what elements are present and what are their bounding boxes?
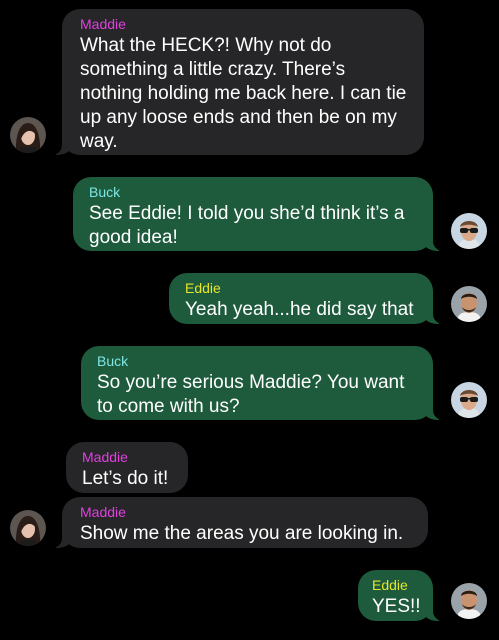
buck-avatar[interactable]	[451, 382, 487, 418]
avatar-image	[451, 213, 487, 249]
avatar-image	[451, 583, 487, 619]
sender-name: Eddie	[372, 577, 408, 593]
buck-avatar[interactable]	[451, 213, 487, 249]
avatar-image	[451, 286, 487, 322]
message-text: YES!!	[372, 596, 421, 617]
message-bubble-eddie[interactable]: Eddie YES!!	[358, 570, 445, 621]
message-bubble-maddie[interactable]: Maddie Show me the areas you are looking…	[50, 497, 428, 548]
avatar-image	[451, 382, 487, 418]
message-text: So you’re serious Maddie? You want to co…	[97, 372, 405, 417]
avatar-image	[10, 117, 46, 153]
message-text: See Eddie! I told you she’d think it’s a…	[89, 203, 405, 248]
message-bubble-buck[interactable]: Buck See Eddie! I told you she’d think i…	[73, 177, 445, 251]
eddie-avatar[interactable]	[451, 583, 487, 619]
sender-name: Buck	[97, 353, 129, 369]
sender-name: Eddie	[185, 280, 221, 296]
message-bubble-maddie[interactable]: Maddie What the HECK?! Why not do someth…	[50, 9, 424, 155]
message-text: Let’s do it!	[82, 468, 169, 489]
maddie-avatar[interactable]	[10, 510, 46, 546]
message-bubble-eddie[interactable]: Eddie Yeah yeah...he did say that	[169, 273, 445, 324]
message-bubble-buck[interactable]: Buck So you’re serious Maddie? You want …	[81, 346, 445, 420]
message-text: Show me the areas you are looking in.	[80, 523, 404, 544]
eddie-avatar[interactable]	[451, 286, 487, 322]
sender-name: Maddie	[82, 449, 128, 465]
message-bubble-maddie[interactable]: Maddie Let’s do it!	[66, 442, 188, 493]
sender-name: Maddie	[80, 504, 126, 520]
message-text: What the HECK?! Why not do something a l…	[80, 35, 407, 152]
sender-name: Buck	[89, 184, 121, 200]
maddie-avatar[interactable]	[10, 117, 46, 153]
message-text: Yeah yeah...he did say that	[185, 299, 414, 320]
avatar-image	[10, 510, 46, 546]
sender-name: Maddie	[80, 16, 126, 32]
